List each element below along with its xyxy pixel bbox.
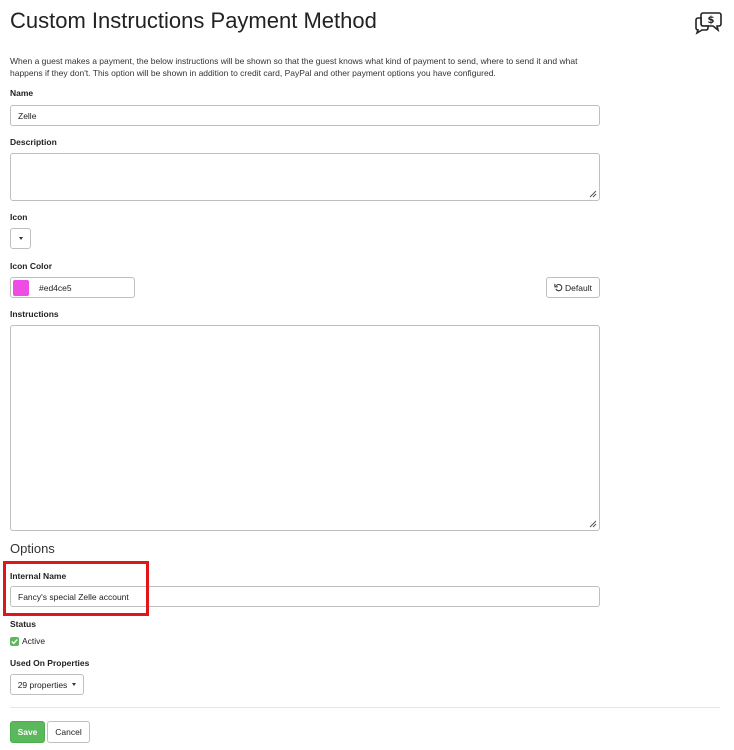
chat-dollar-icon: $ (695, 12, 722, 35)
icon-color-input[interactable]: #ed4ce5 (10, 277, 135, 298)
color-swatch[interactable] (13, 279, 29, 296)
icon-picker-dropdown[interactable] (10, 228, 31, 249)
active-checkbox[interactable] (10, 636, 19, 646)
resize-grip-icon[interactable] (588, 189, 597, 198)
icon-color-label: Icon Color (10, 261, 53, 271)
options-heading: Options (10, 541, 55, 556)
description-label: Description (10, 137, 57, 147)
default-color-button[interactable]: Default (546, 277, 600, 298)
save-button[interactable]: Save (10, 721, 45, 743)
caret-down-icon (72, 683, 77, 686)
svg-text:$: $ (708, 15, 715, 26)
instructions-textarea[interactable] (10, 325, 600, 531)
name-input-value: Zelle (18, 110, 37, 121)
form-divider (10, 707, 720, 708)
resize-grip-icon[interactable] (588, 519, 597, 528)
active-label: Active (22, 636, 46, 646)
properties-dropdown[interactable]: 29 properties (10, 674, 84, 695)
page-description: When a guest makes a payment, the below … (10, 56, 578, 78)
description-textarea[interactable] (10, 153, 600, 201)
highlight-box (3, 561, 149, 616)
active-checkbox-row[interactable]: Active (10, 636, 45, 646)
properties-dropdown-value: 29 properties (17, 679, 68, 690)
icon-color-value: #ed4ce5 (39, 282, 72, 293)
page-title: Custom Instructions Payment Method (10, 8, 377, 33)
caret-down-icon (18, 237, 23, 240)
used-on-properties-label: Used On Properties (10, 658, 90, 668)
instructions-label: Instructions (10, 309, 59, 319)
cancel-button[interactable]: Cancel (47, 721, 90, 743)
name-label: Name (10, 88, 34, 98)
name-input[interactable]: Zelle (10, 105, 600, 126)
default-button-label: Default (565, 282, 592, 293)
icon-label: Icon (10, 212, 28, 222)
checkmark-icon (11, 638, 18, 644)
undo-icon (554, 283, 563, 292)
status-label: Status (10, 619, 36, 629)
